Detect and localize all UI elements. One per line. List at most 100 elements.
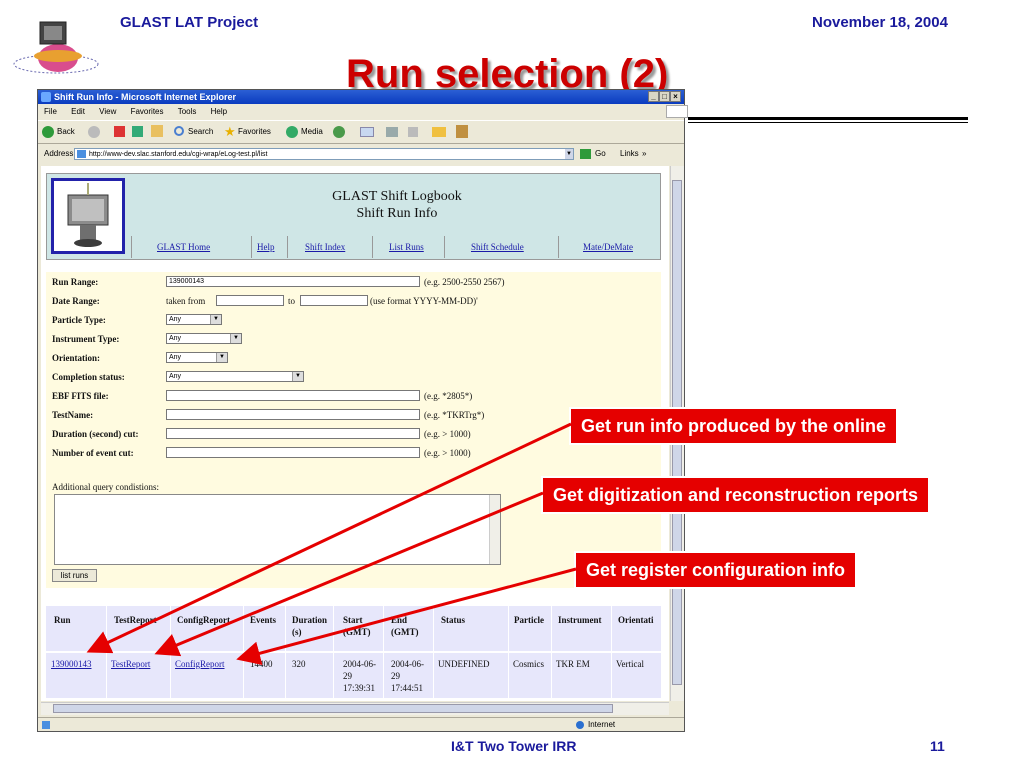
- search-button[interactable]: Search: [188, 121, 213, 143]
- logbook-banner: GLAST Shift Logbook Shift Run Info GLAST…: [46, 173, 661, 260]
- forward-icon[interactable]: [88, 126, 100, 138]
- title-rule: [688, 117, 968, 120]
- col-header-testreport: TestReport: [114, 615, 157, 625]
- folder-icon[interactable]: [432, 127, 446, 137]
- favorites-icon[interactable]: ★: [224, 121, 236, 143]
- run-link[interactable]: 139000143: [51, 658, 92, 670]
- menu-edit[interactable]: Edit: [71, 107, 85, 116]
- header-row-divider: [46, 651, 661, 653]
- back-button[interactable]: Back: [57, 121, 75, 143]
- nav-divider: [251, 236, 252, 258]
- print-icon[interactable]: [386, 127, 398, 137]
- go-icon[interactable]: [580, 149, 591, 159]
- instrument-type-value: Any: [169, 335, 182, 342]
- orientation-value: Any: [169, 354, 182, 361]
- menu-help[interactable]: Help: [211, 107, 227, 116]
- refresh-icon[interactable]: [132, 126, 143, 137]
- media-icon[interactable]: [286, 126, 298, 138]
- links-chevron-icon[interactable]: »: [642, 146, 646, 162]
- orientation-select[interactable]: Any ▼: [166, 352, 228, 363]
- search-icon[interactable]: [174, 126, 184, 136]
- nav-glast-home[interactable]: GLAST Home: [157, 242, 210, 252]
- col-header-configreport: ConfigReport: [177, 615, 230, 625]
- menu-file[interactable]: File: [44, 107, 57, 116]
- run-range-label: Run Range:: [52, 277, 99, 287]
- results-table: Run TestReport ConfigReport Events Durat…: [46, 606, 661, 698]
- maximize-button[interactable]: □: [659, 91, 670, 102]
- duration-cut-hint: (e.g. > 1000): [424, 429, 471, 439]
- footer-title: I&T Two Tower IRR: [451, 738, 577, 754]
- particle-type-value: Any: [169, 316, 182, 323]
- address-dropdown-icon[interactable]: ▼: [565, 149, 573, 159]
- stop-icon[interactable]: [114, 126, 125, 137]
- page-status-icon: [42, 721, 50, 729]
- col-header-events: Events: [250, 615, 277, 625]
- testreport-link[interactable]: TestReport: [111, 658, 150, 670]
- nav-list-runs[interactable]: List Runs: [389, 242, 424, 252]
- logbook-logo: [51, 178, 125, 254]
- instrument-type-select[interactable]: Any ▼: [166, 333, 242, 344]
- address-url: http://www-dev.slac.stanford.edu/cgi-wra…: [89, 151, 268, 158]
- ebf-fits-hint: (e.g. *2805*): [424, 391, 473, 401]
- home-icon[interactable]: [151, 125, 163, 137]
- edit-icon[interactable]: [408, 127, 418, 137]
- history-icon[interactable]: [333, 126, 345, 138]
- date-to-input[interactable]: [300, 295, 368, 306]
- run-range-input[interactable]: 139000143: [166, 276, 420, 287]
- event-cut-input[interactable]: [166, 447, 420, 458]
- completion-status-select[interactable]: Any ▼: [166, 371, 304, 382]
- close-button[interactable]: ×: [670, 91, 681, 102]
- ie-icon: [41, 92, 51, 102]
- date-from-input[interactable]: [216, 295, 284, 306]
- duration-cut-input[interactable]: [166, 428, 420, 439]
- address-input[interactable]: http://www-dev.slac.stanford.edu/cgi-wra…: [74, 148, 574, 160]
- nav-divider: [372, 236, 373, 258]
- date-range-label: Date Range:: [52, 296, 100, 306]
- cell-instrument: TKR EM: [556, 659, 590, 669]
- menu-favorites[interactable]: Favorites: [131, 107, 164, 116]
- minimize-button[interactable]: _: [648, 91, 659, 102]
- list-runs-button[interactable]: list runs: [52, 569, 97, 582]
- cell-start: 2004-06-29 17:39:31: [343, 659, 376, 693]
- orientation-label: Orientation:: [52, 353, 100, 363]
- completion-status-value: Any: [169, 373, 182, 380]
- date-taken-from-label: taken from: [166, 296, 206, 306]
- particle-type-select[interactable]: Any ▼: [166, 314, 222, 325]
- menu-bar: File Edit View Favorites Tools Help: [38, 105, 688, 118]
- header-date: November 18, 2004: [812, 14, 948, 31]
- links-button[interactable]: Links: [620, 146, 639, 162]
- col-header-status: Status: [441, 615, 466, 625]
- glast-logo: [10, 12, 110, 84]
- nav-mate-demate[interactable]: Mate/DeMate: [583, 242, 633, 252]
- back-icon[interactable]: [42, 126, 54, 138]
- ebf-fits-input[interactable]: [166, 390, 420, 401]
- nav-shift-index[interactable]: Shift Index: [305, 242, 345, 252]
- menu-tools[interactable]: Tools: [178, 107, 197, 116]
- chevron-down-icon: ▼: [216, 353, 227, 362]
- event-cut-label: Number of event cut:: [52, 448, 134, 458]
- go-button[interactable]: Go: [595, 146, 606, 162]
- cell-status: UNDEFINED: [438, 659, 490, 669]
- textarea-scrollbar[interactable]: [489, 495, 500, 564]
- duration-cut-label: Duration (second) cut:: [52, 429, 139, 439]
- favorites-button[interactable]: Favorites: [238, 121, 271, 143]
- col-header-end: End (GMT): [391, 615, 419, 637]
- horizontal-scrollbar[interactable]: [41, 702, 669, 715]
- banner-title: GLAST Shift Logbook Shift Run Info: [197, 188, 597, 222]
- media-button[interactable]: Media: [301, 121, 323, 143]
- hscroll-thumb[interactable]: [53, 704, 613, 713]
- additional-query-textarea[interactable]: [54, 494, 501, 565]
- instrument-type-label: Instrument Type:: [52, 334, 120, 344]
- testname-input[interactable]: [166, 409, 420, 420]
- nav-help[interactable]: Help: [257, 242, 275, 252]
- messenger-icon[interactable]: [456, 125, 468, 138]
- nav-shift-schedule[interactable]: Shift Schedule: [471, 242, 524, 252]
- particle-type-label: Particle Type:: [52, 315, 106, 325]
- menu-view[interactable]: View: [99, 107, 116, 116]
- mail-icon[interactable]: [360, 127, 374, 137]
- cell-orientation: Vertical: [616, 659, 644, 669]
- testname-hint: (e.g. *TKRTrg*): [424, 410, 485, 420]
- configreport-link[interactable]: ConfigReport: [175, 658, 225, 670]
- window-title: Shift Run Info - Microsoft Internet Expl…: [54, 92, 236, 102]
- status-bar: Internet: [38, 717, 684, 732]
